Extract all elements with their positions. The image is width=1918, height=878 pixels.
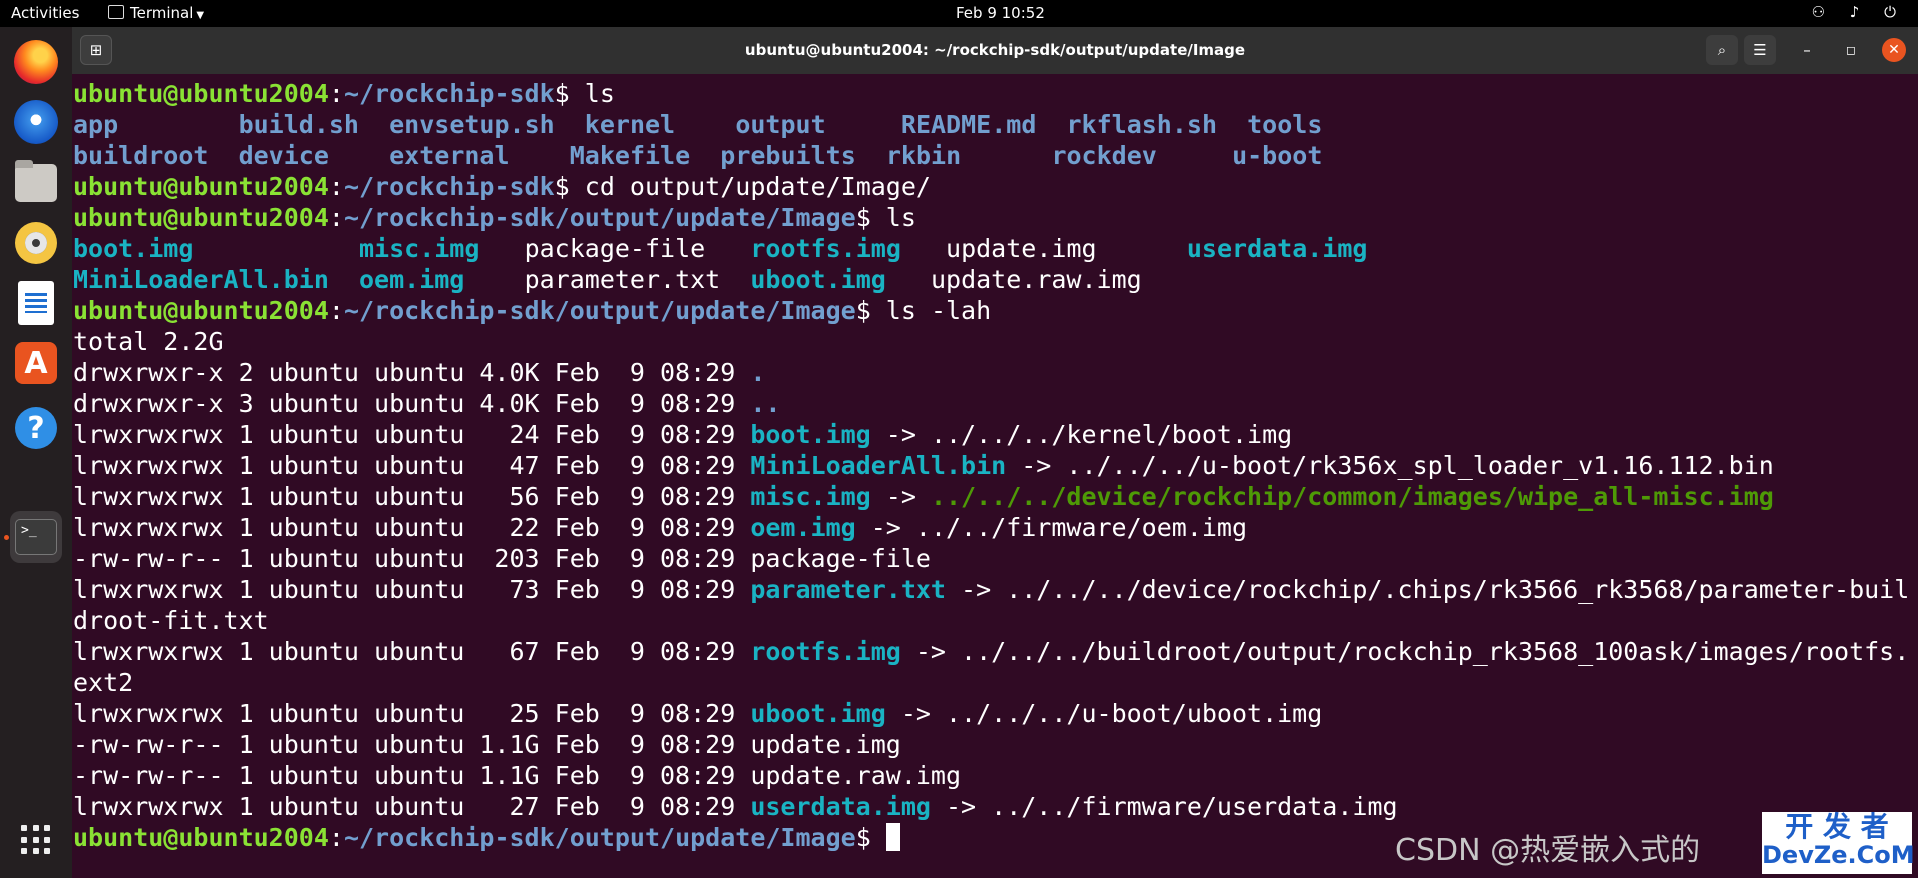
thunderbird-launcher[interactable] — [10, 96, 62, 148]
prompt-line: ubuntu@ubuntu2004:~/rockchip-sdk/output/… — [73, 203, 916, 232]
ls-entry: lrwxrwxrwx 1 ubuntu ubuntu 22 Feb 9 08:2… — [73, 513, 1248, 542]
terminal-icon — [108, 5, 124, 19]
window-title: ubuntu@ubuntu2004: ~/rockchip-sdk/output… — [744, 41, 1246, 59]
files-launcher[interactable] — [10, 157, 62, 209]
badge-bottom-text: DevZe.CoM — [1762, 841, 1915, 869]
text-cursor — [885, 823, 900, 851]
watermark-badge: 开 发 者 DevZe.CoM — [1762, 810, 1915, 874]
running-indicator — [4, 535, 9, 540]
prompt-line: ubuntu@ubuntu2004:~/rockchip-sdk/output/… — [73, 296, 992, 325]
ls-output-row: boot.img misc.img package-file rootfs.im… — [73, 234, 1368, 263]
rhythmbox-icon — [15, 222, 57, 264]
activities-button[interactable]: Activities — [11, 4, 79, 22]
top-bar: Activities Terminal ▼ Feb 9 10:52 ⚇ ♪ ⏻ — [0, 0, 1918, 27]
ls-output-row: buildroot device external Makefile prebu… — [73, 141, 1323, 170]
ls-entry: lrwxrwxrwx 1 ubuntu ubuntu 24 Feb 9 08:2… — [73, 420, 1293, 449]
ls-output-row: MiniLoaderAll.bin oem.img parameter.txt … — [73, 265, 1142, 294]
system-tray[interactable]: ⚇ ♪ ⏻ — [1812, 3, 1906, 21]
watermark-text: CSDN @热爱嵌入式的 — [1395, 833, 1701, 868]
dock: A ? >_ — [0, 27, 72, 878]
software-launcher[interactable]: A — [10, 337, 62, 389]
writer-launcher[interactable] — [10, 277, 62, 329]
software-store-icon: A — [15, 342, 57, 384]
ls-entry: lrwxrwxrwx 1 ubuntu ubuntu 56 Feb 9 08:2… — [73, 482, 1774, 511]
close-button[interactable]: ✕ — [1882, 38, 1906, 62]
prompt-line: ubuntu@ubuntu2004:~/rockchip-sdk$ cd out… — [73, 172, 931, 201]
maximize-button[interactable]: ◻ — [1836, 35, 1866, 65]
show-applications-button[interactable] — [10, 814, 62, 866]
ls-entry-wrap: droot-fit.txt — [73, 606, 269, 635]
clock[interactable]: Feb 9 10:52 — [956, 4, 1045, 22]
help-launcher[interactable]: ? — [10, 402, 62, 454]
hamburger-menu-button[interactable]: ☰ — [1744, 35, 1776, 65]
app-grid-icon — [21, 825, 51, 855]
minimize-button[interactable]: – — [1792, 35, 1822, 65]
ls-entry: -rw-rw-r-- 1 ubuntu ubuntu 203 Feb 9 08:… — [73, 544, 931, 573]
terminal-output[interactable]: ubuntu@ubuntu2004:~/rockchip-sdk$ ls app … — [72, 74, 1918, 878]
ls-entry: lrwxrwxrwx 1 ubuntu ubuntu 67 Feb 9 08:2… — [73, 637, 1910, 666]
firefox-launcher[interactable] — [10, 36, 62, 88]
writer-icon — [18, 281, 54, 325]
app-menu-label: Terminal — [130, 4, 194, 22]
prompt-line: ubuntu@ubuntu2004:~/rockchip-sdk$ ls — [73, 79, 615, 108]
ls-entry: lrwxrwxrwx 1 ubuntu ubuntu 25 Feb 9 08:2… — [73, 699, 1323, 728]
help-icon: ? — [15, 407, 57, 449]
firefox-icon — [14, 40, 58, 84]
thunderbird-icon — [14, 100, 58, 144]
ls-entry: -rw-rw-r-- 1 ubuntu ubuntu 1.1G Feb 9 08… — [73, 730, 901, 759]
rhythmbox-launcher[interactable] — [10, 217, 62, 269]
files-icon — [15, 160, 57, 202]
ls-output-row: app build.sh envsetup.sh kernel output R… — [73, 110, 1323, 139]
total-line: total 2.2G — [73, 327, 224, 356]
ls-entry: drwxrwxr-x 2 ubuntu ubuntu 4.0K Feb 9 08… — [73, 358, 766, 387]
window-titlebar[interactable]: ⊞ ubuntu@ubuntu2004: ~/rockchip-sdk/outp… — [72, 27, 1918, 74]
ls-entry-wrap: ext2 — [73, 668, 134, 697]
ls-entry: -rw-rw-r-- 1 ubuntu ubuntu 1.1G Feb 9 08… — [73, 761, 962, 790]
ls-entry: drwxrwxr-x 3 ubuntu ubuntu 4.0K Feb 9 08… — [73, 389, 781, 418]
terminal-launcher[interactable]: >_ — [10, 511, 62, 563]
app-menu[interactable]: Terminal ▼ — [108, 4, 204, 22]
search-button[interactable]: ⌕ — [1706, 35, 1738, 65]
caret-down-icon: ▼ — [196, 10, 205, 21]
ls-entry: lrwxrwxrwx 1 ubuntu ubuntu 73 Feb 9 08:2… — [73, 575, 1910, 604]
ls-entry: lrwxrwxrwx 1 ubuntu ubuntu 27 Feb 9 08:2… — [73, 792, 1398, 821]
badge-top-text: 开 发 者 — [1785, 810, 1889, 843]
terminal-icon: >_ — [15, 519, 57, 555]
ls-entry: lrwxrwxrwx 1 ubuntu ubuntu 47 Feb 9 08:2… — [73, 451, 1774, 480]
